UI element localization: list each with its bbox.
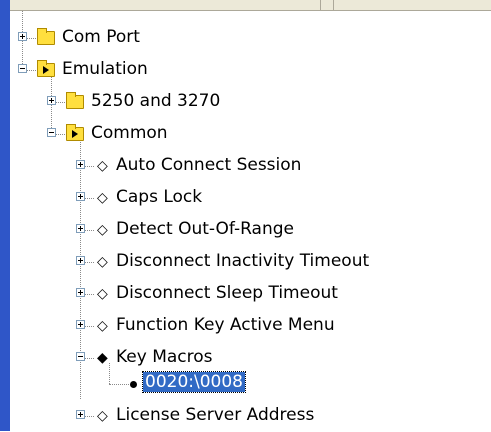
expand-plus-icon[interactable]: [76, 160, 85, 169]
tree-node-disconnect-sleep-timeout[interactable]: ◇ Disconnect Sleep Timeout: [10, 278, 491, 310]
tree-node-label: Com Port: [62, 27, 140, 47]
tree-node-macro-value[interactable]: 0020:\0008: [10, 368, 491, 400]
tree-node-common[interactable]: Common: [10, 118, 491, 150]
expand-plus-icon[interactable]: [47, 96, 56, 105]
tree-node-label: Key Macros: [116, 347, 213, 367]
setting-diamond-icon: ◇: [97, 158, 108, 174]
setting-diamond-icon: ◇: [97, 318, 108, 334]
setting-diamond-icon: ◇: [97, 286, 108, 302]
tree-node-label: Caps Lock: [116, 187, 203, 207]
tree-node-label: 5250 and 3270: [91, 91, 221, 111]
tree-node-label: Detect Out-Of-Range: [116, 219, 294, 239]
tree-node-auto-connect-session[interactable]: ◇ Auto Connect Session: [10, 150, 491, 182]
tree-node-label: Common: [91, 123, 168, 143]
setting-diamond-icon: ◇: [97, 190, 108, 206]
setting-diamond-filled-icon: ◆: [97, 350, 108, 366]
tree-node-5250-and-3270[interactable]: 5250 and 3270: [10, 86, 491, 118]
value-bullet-icon: [130, 381, 137, 388]
tree-node-detect-out-of-range[interactable]: ◇ Detect Out-Of-Range: [10, 214, 491, 246]
tree-node-com-port[interactable]: Com Port: [10, 22, 491, 54]
tree-node-function-key-active-menu[interactable]: ◇ Function Key Active Menu: [10, 310, 491, 342]
selected-tree-node-label[interactable]: 0020:\0008: [142, 371, 246, 393]
expand-plus-icon[interactable]: [76, 256, 85, 265]
tree-node-label: Emulation: [62, 59, 148, 79]
tree-node-label: Auto Connect Session: [116, 155, 302, 175]
folder-open-icon: [37, 60, 55, 77]
expand-plus-icon[interactable]: [76, 320, 85, 329]
expand-plus-icon[interactable]: [76, 410, 85, 419]
tree-node-license-server-address[interactable]: ◇ License Server Address: [10, 400, 491, 432]
folder-open-icon: [66, 124, 84, 141]
expand-plus-icon[interactable]: [18, 32, 27, 41]
collapse-minus-icon[interactable]: [76, 352, 85, 361]
expand-plus-icon[interactable]: [76, 224, 85, 233]
setting-diamond-icon: ◇: [97, 254, 108, 270]
column-header-strip: [10, 0, 491, 11]
tree-node-label: Function Key Active Menu: [116, 315, 335, 335]
collapse-minus-icon[interactable]: [18, 64, 27, 73]
folder-closed-icon: [37, 28, 55, 45]
window-edge: [0, 0, 10, 431]
collapse-minus-icon[interactable]: [47, 128, 56, 137]
tree-node-emulation[interactable]: Emulation: [10, 54, 491, 86]
column-separator: [320, 0, 321, 10]
tree-node-label: Disconnect Sleep Timeout: [116, 283, 338, 303]
tree-node-disconnect-inactivity-timeout[interactable]: ◇ Disconnect Inactivity Timeout: [10, 246, 491, 278]
tree-node-label: Disconnect Inactivity Timeout: [116, 251, 370, 271]
setting-diamond-icon: ◇: [97, 222, 108, 238]
expand-plus-icon[interactable]: [76, 288, 85, 297]
setting-diamond-icon: ◇: [97, 408, 108, 424]
tree-node-caps-lock[interactable]: ◇ Caps Lock: [10, 182, 491, 214]
settings-tree[interactable]: Com Port Emulation 5250 and 3270 Common …: [10, 11, 491, 431]
expand-plus-icon[interactable]: [76, 192, 85, 201]
column-separator: [333, 0, 334, 10]
tree-node-label: License Server Address: [116, 405, 315, 425]
folder-closed-icon: [66, 92, 84, 109]
